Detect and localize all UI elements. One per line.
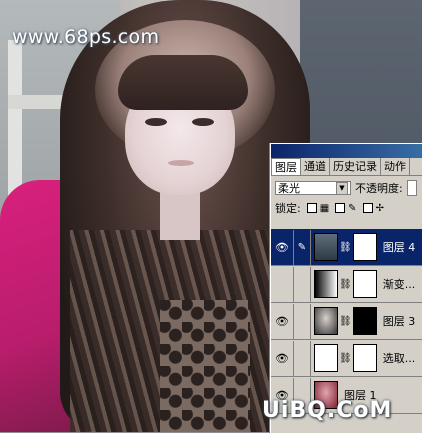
blend-mode-select[interactable]: 柔光 ▼ bbox=[275, 181, 351, 195]
right-eye bbox=[192, 118, 214, 126]
link-toggle[interactable] bbox=[294, 340, 311, 376]
layer-row[interactable]: 👁 ✎ ⛓ 图层 4 bbox=[271, 229, 422, 266]
layer-row[interactable]: 👁 ⛓ 选取... bbox=[271, 340, 422, 377]
panel-tabs: 图层 通道 历史记录 动作 bbox=[271, 158, 422, 176]
blend-mode-value: 柔光 bbox=[278, 182, 300, 195]
link-icon: ⛓ bbox=[339, 241, 352, 253]
link-toggle[interactable] bbox=[294, 266, 311, 302]
chevron-down-icon[interactable]: ▼ bbox=[336, 181, 348, 195]
opacity-label: 不透明度: bbox=[355, 182, 403, 195]
eye-icon[interactable]: 👁 bbox=[271, 229, 294, 265]
layer-thumbnail bbox=[314, 233, 338, 261]
lock-row: 锁定: ▦ ✎ ✢ bbox=[271, 200, 422, 216]
lock-transparency-checkbox[interactable] bbox=[306, 203, 317, 213]
tab-layers[interactable]: 图层 bbox=[271, 158, 301, 175]
lock-label: 锁定: bbox=[275, 202, 301, 215]
link-icon: ⛓ bbox=[339, 278, 352, 290]
layer-name: 选取... bbox=[382, 352, 416, 365]
layer-name: 图层 3 bbox=[382, 315, 416, 328]
lock-position-checkbox[interactable] bbox=[362, 203, 373, 213]
layer-row[interactable]: ⛓ 渐变... bbox=[271, 266, 422, 303]
neck bbox=[160, 190, 200, 240]
tab-history[interactable]: 历史记录 bbox=[330, 158, 381, 175]
link-icon: ⛓ bbox=[339, 352, 352, 364]
layers-panel: 图层 通道 历史记录 动作 柔光 ▼ 不透明度: 锁定: ▦ ✎ ✢ 👁 ✎ ⛓… bbox=[270, 143, 422, 433]
visibility-toggle[interactable] bbox=[271, 266, 294, 302]
layer-thumbnail bbox=[314, 307, 338, 335]
mouth bbox=[168, 160, 194, 166]
layer-mask-thumbnail[interactable] bbox=[352, 233, 377, 261]
layer-name: 图层 4 bbox=[382, 241, 416, 254]
eye-icon[interactable]: 👁 bbox=[271, 303, 294, 339]
tab-channels[interactable]: 通道 bbox=[301, 158, 330, 175]
brush-icon: ✎ bbox=[348, 202, 357, 214]
layer-mask-thumbnail[interactable] bbox=[352, 344, 377, 372]
selective-color-icon bbox=[314, 344, 338, 372]
link-toggle[interactable] bbox=[294, 303, 311, 339]
link-icon: ⛓ bbox=[339, 315, 352, 327]
gradient-map-icon bbox=[314, 270, 338, 298]
brand-watermark: UiBQ.CoM bbox=[262, 398, 393, 423]
background-rail bbox=[8, 95, 68, 109]
transparency-icon: ▦ bbox=[319, 202, 330, 214]
eye-icon[interactable]: 👁 bbox=[271, 340, 294, 376]
layer-name: 渐变... bbox=[382, 278, 416, 291]
left-eye bbox=[145, 118, 167, 126]
watermark: www.68ps.com bbox=[12, 26, 160, 48]
tab-actions[interactable]: 动作 bbox=[381, 158, 410, 175]
bangs bbox=[118, 55, 248, 110]
move-icon: ✢ bbox=[375, 202, 384, 214]
leopard-top bbox=[160, 300, 250, 432]
panel-titlebar[interactable] bbox=[271, 144, 422, 158]
brush-icon: ✎ bbox=[294, 229, 311, 265]
layer-row[interactable]: 👁 ⛓ 图层 3 bbox=[271, 303, 422, 340]
layers-list: 👁 ✎ ⛓ 图层 4 ⛓ 渐变... 👁 ⛓ 图层 3 👁 ⛓ 选取... 👁 … bbox=[271, 229, 422, 414]
lock-pixels-checkbox[interactable] bbox=[335, 203, 346, 213]
blend-row: 柔光 ▼ 不透明度: bbox=[271, 176, 422, 200]
layer-mask-thumbnail[interactable] bbox=[352, 307, 377, 335]
layer-mask-thumbnail[interactable] bbox=[352, 270, 377, 298]
opacity-input[interactable] bbox=[406, 180, 417, 196]
